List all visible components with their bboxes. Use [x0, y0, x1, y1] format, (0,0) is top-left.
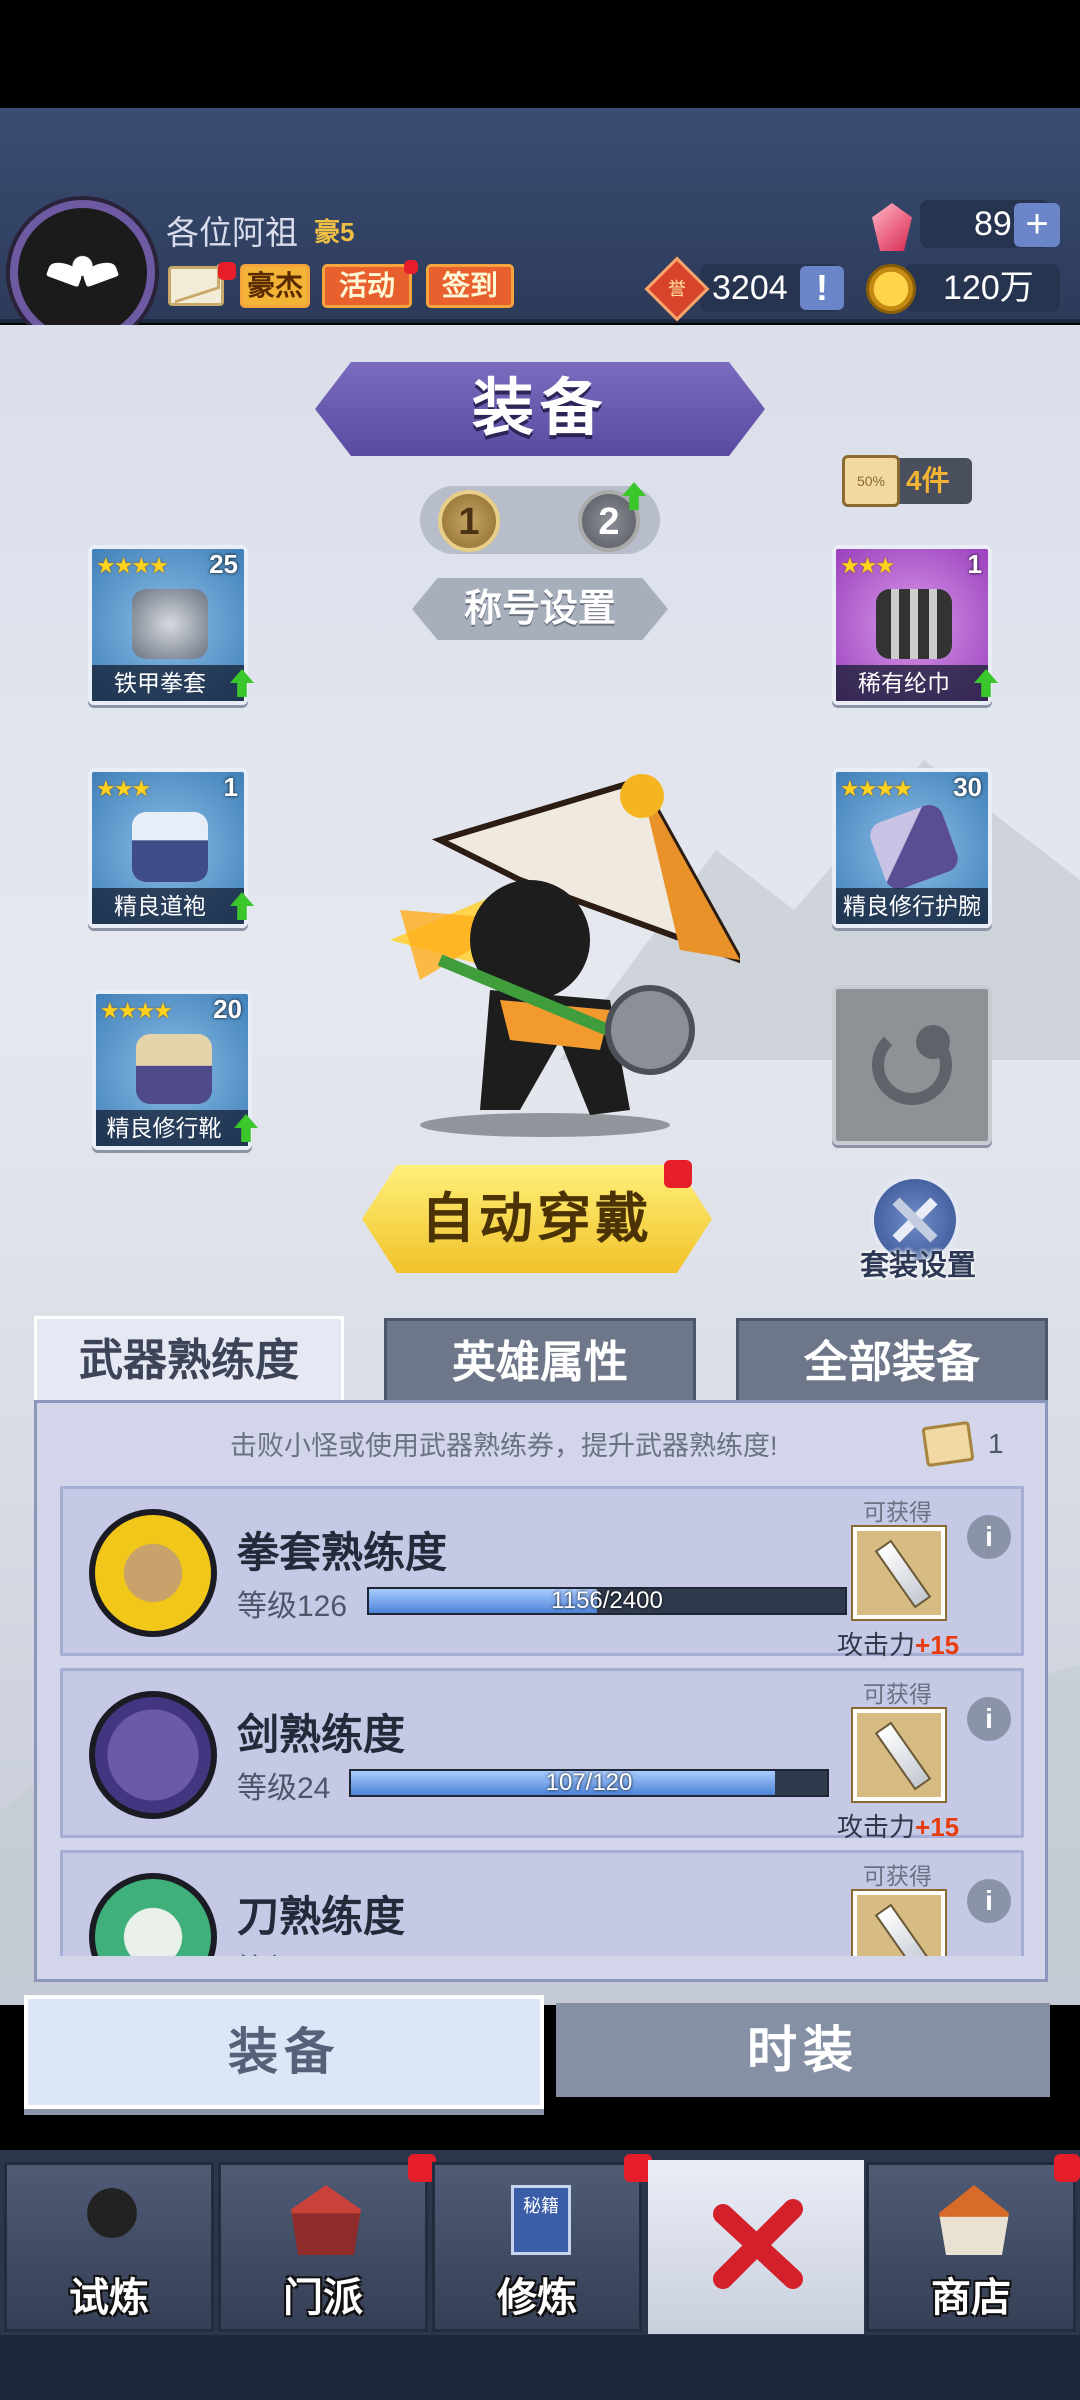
- robe-icon: [132, 812, 208, 882]
- proficiency-level: 等级24: [237, 1772, 331, 1805]
- equipment-tab[interactable]: 装备: [24, 1995, 544, 2109]
- obtain-label: 可获得: [863, 1681, 932, 1707]
- event-button[interactable]: 活动: [322, 264, 412, 308]
- nav-shop[interactable]: 商店: [866, 2162, 1076, 2332]
- shop-icon: [939, 2185, 1009, 2255]
- notification-dot: [1054, 2154, 1080, 2182]
- auto-equip-button[interactable]: 自动穿戴: [362, 1165, 712, 1273]
- boots-slot[interactable]: ★★★★ 20 精良修行靴: [92, 990, 258, 1150]
- boots-icon: [136, 1034, 212, 1104]
- suit-setting-label[interactable]: 套装设置: [848, 1242, 988, 1284]
- fashion-tab[interactable]: 时装: [556, 2003, 1050, 2097]
- nav-trial[interactable]: 试炼: [4, 2162, 214, 2332]
- temple-icon: [291, 2185, 361, 2255]
- slot-label: 精良修行护腕: [836, 888, 988, 924]
- star-rating: ★★★: [840, 553, 895, 578]
- bracer-slot[interactable]: ★★★★ 30 精良修行护腕: [832, 768, 992, 928]
- page-title: 装备: [315, 362, 765, 456]
- slot-level: 1: [223, 772, 238, 802]
- player-name: 各位阿祖: [166, 214, 298, 251]
- info-button[interactable]: i: [967, 1515, 1011, 1559]
- avatar-eye-icon: [45, 258, 85, 288]
- progress-bar: 107/120: [349, 1769, 829, 1797]
- list-item: 拳套熟练度 等级126 1156/2400 可获得 攻击力+15 i: [60, 1486, 1024, 1660]
- proficiency-name: 刀熟练度: [237, 1893, 406, 1940]
- avatar-eye-icon: [80, 258, 120, 288]
- headwear-icon: [876, 589, 952, 659]
- slot-label: 精良道袍: [92, 888, 244, 924]
- scroll-icon: 50%: [842, 455, 900, 507]
- star-rating: ★★★★: [100, 998, 173, 1023]
- proficiency-level: 等级24: [237, 1945, 330, 1956]
- slot-label: 稀有纶巾: [836, 665, 988, 701]
- obtain-label: 可获得: [863, 1499, 932, 1525]
- info-button[interactable]: i: [967, 1697, 1011, 1741]
- gloves-slot[interactable]: ★★★★ 25 铁甲拳套: [88, 545, 254, 705]
- proficiency-name: 剑熟练度: [237, 1711, 406, 1758]
- ticket-icon: [921, 1420, 975, 1468]
- tab-weapon-proficiency[interactable]: 武器熟练度: [34, 1316, 344, 1406]
- sword-icon: [89, 1691, 217, 1819]
- headwear-slot[interactable]: ★★★ 1 稀有纶巾: [832, 545, 998, 705]
- status-bar: [0, 0, 1080, 108]
- book-icon: 秘籍: [511, 2185, 571, 2255]
- gauntlet-icon: [89, 1509, 217, 1637]
- star-rating: ★★★★: [96, 553, 169, 578]
- bonus-text: 攻击力+15: [837, 1812, 960, 1842]
- star-rating: ★★★: [96, 776, 151, 801]
- ticket-count: 1: [988, 1428, 1004, 1459]
- close-menu-button[interactable]: [648, 2160, 864, 2334]
- info-button[interactable]: i: [967, 1879, 1011, 1923]
- list-item: 剑熟练度 等级24 107/120 可获得 攻击力+15 i: [60, 1668, 1024, 1842]
- saber-icon: [89, 1873, 217, 1956]
- slot-label: 铁甲拳套: [92, 665, 244, 701]
- set-1-button[interactable]: 1: [438, 490, 500, 552]
- notification-dot: [664, 1160, 692, 1188]
- slot-level: 30: [953, 772, 982, 802]
- list-item: 刀熟练度 等级24 可获得 i: [60, 1850, 1024, 1956]
- proficiency-name: 拳套熟练度: [237, 1529, 448, 1576]
- tab-hero-attributes[interactable]: 英雄属性: [384, 1318, 696, 1402]
- notification-dot: [404, 260, 418, 274]
- robe-slot[interactable]: ★★★ 1 精良道袍: [88, 768, 254, 928]
- slot-level: 25: [209, 549, 238, 579]
- add-gems-button[interactable]: +: [1014, 203, 1060, 247]
- title-setting-button[interactable]: 称号设置: [412, 578, 668, 640]
- tab-all-equipment[interactable]: 全部装备: [736, 1318, 1048, 1402]
- close-icon: [713, 2199, 803, 2289]
- nav-training[interactable]: 秘籍 修炼: [432, 2162, 642, 2332]
- bottom-bar: [0, 2335, 1080, 2400]
- slot-level: 1: [967, 549, 982, 579]
- empty-ring-icon: [916, 1025, 950, 1059]
- bonus-text: 攻击力+15: [837, 1630, 960, 1660]
- empty-slot[interactable]: [832, 985, 992, 1145]
- progress-text: 1156/2400: [551, 1587, 663, 1614]
- notification-dot: [218, 262, 236, 280]
- gauntlet-icon: [132, 589, 208, 659]
- progress-text: 107/120: [545, 1769, 633, 1796]
- obtain-label: 可获得: [863, 1863, 932, 1889]
- avatar[interactable]: [10, 200, 155, 345]
- sword-icon[interactable]: [853, 1527, 945, 1619]
- hero-character: [380, 770, 747, 1140]
- proficiency-level: 等级126: [237, 1590, 348, 1623]
- nav-sect[interactable]: 门派: [218, 2162, 428, 2332]
- mail-icon[interactable]: [168, 266, 224, 306]
- coin-count: 120万: [905, 264, 1060, 312]
- bracer-icon: [866, 801, 962, 893]
- progress-bar: 1156/2400: [367, 1587, 847, 1615]
- slot-level: 20: [213, 994, 242, 1024]
- hero-button[interactable]: 豪杰: [240, 264, 310, 308]
- sword-icon[interactable]: [853, 1891, 945, 1956]
- vip-badge: 豪5: [314, 217, 355, 247]
- proficiency-list[interactable]: 拳套熟练度 等级126 1156/2400 可获得 攻击力+15 i 剑熟练度 …: [60, 1486, 1024, 1956]
- sword-icon[interactable]: [853, 1709, 945, 1801]
- signin-button[interactable]: 签到: [426, 264, 514, 308]
- coin-icon: [866, 264, 916, 314]
- star-rating: ★★★★: [840, 776, 913, 801]
- honor-info-button[interactable]: !: [800, 266, 844, 310]
- hint-text: 击败小怪或使用武器熟练券，提升武器熟练度!: [230, 1431, 778, 1461]
- ninja-icon: [77, 2185, 147, 2255]
- slot-label: 精良修行靴: [96, 1110, 248, 1146]
